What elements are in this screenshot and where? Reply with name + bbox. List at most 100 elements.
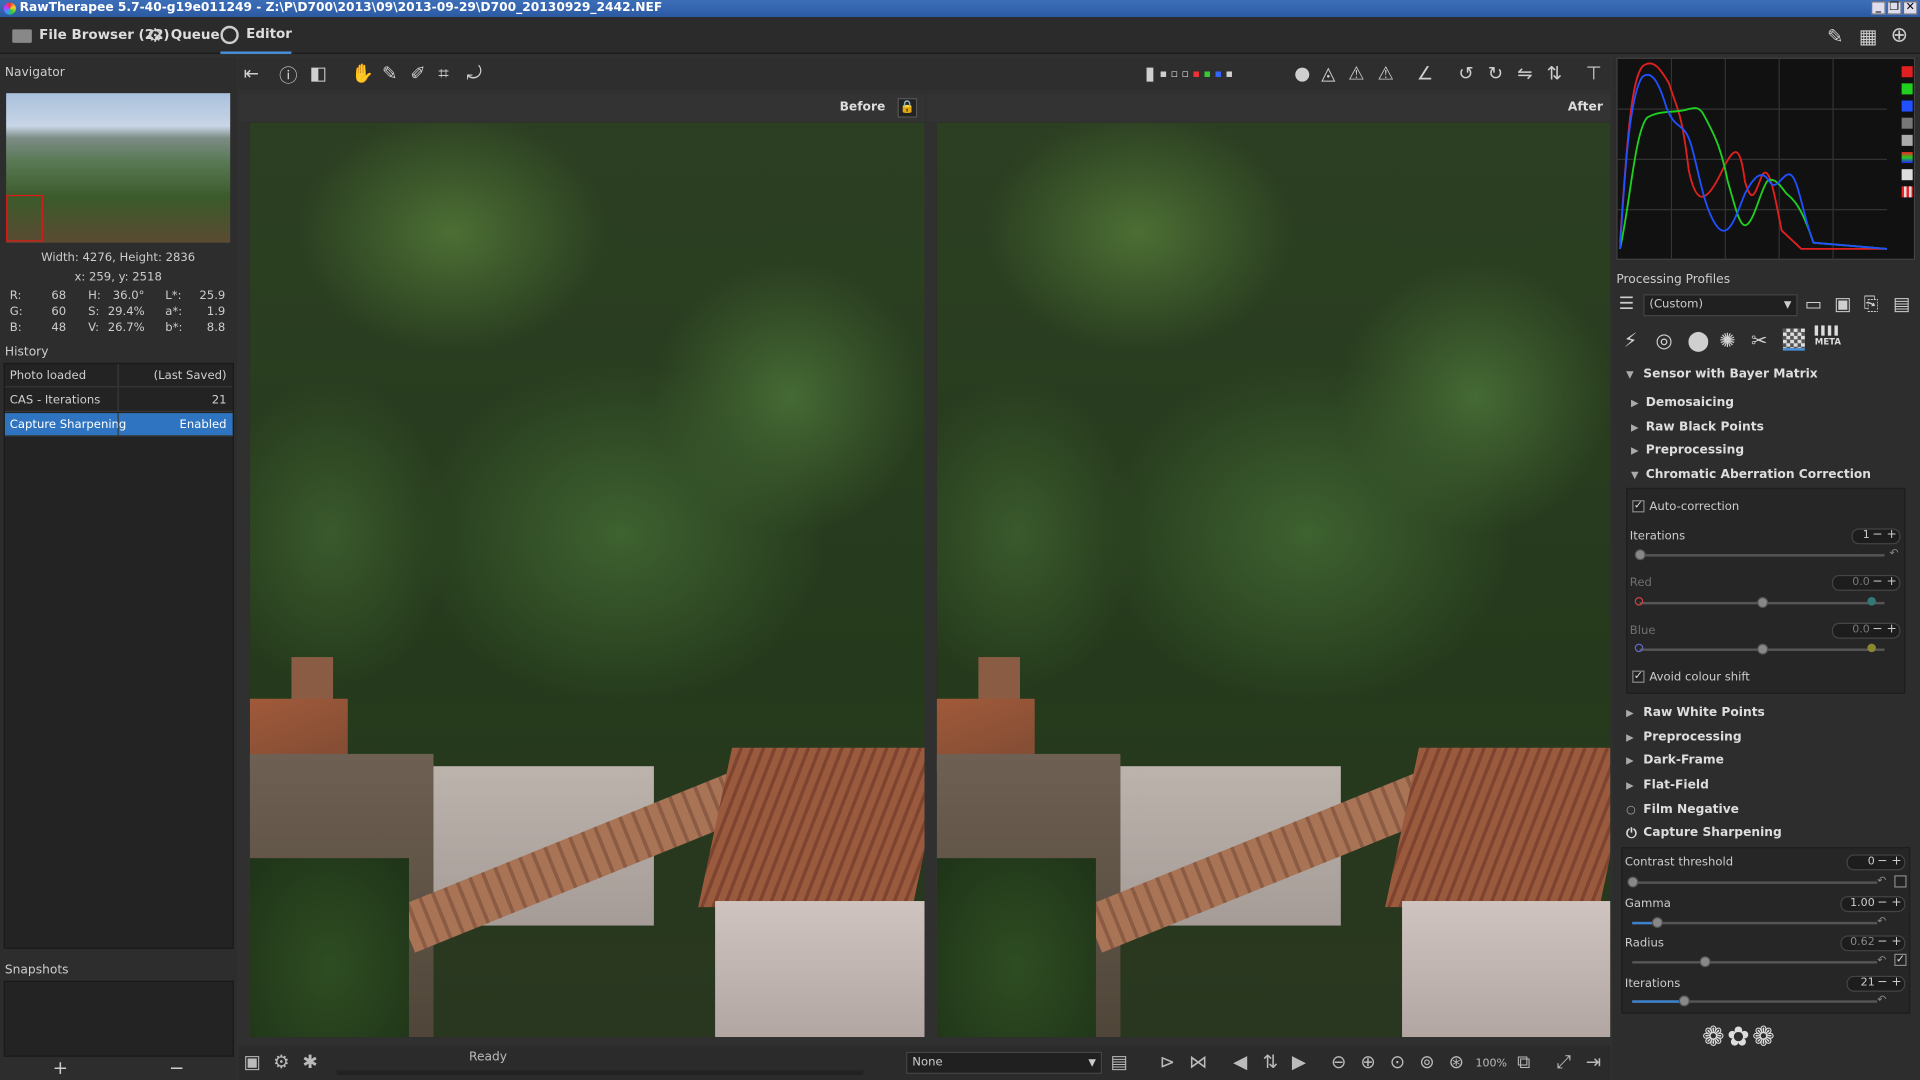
- slider-knob[interactable]: [1757, 597, 1769, 609]
- slider-knob[interactable]: [1651, 916, 1663, 929]
- straighten-icon[interactable]: ⤾: [467, 63, 482, 85]
- color-picker-icon[interactable]: ✐: [410, 63, 425, 85]
- before-after-icon[interactable]: ◧: [310, 63, 327, 85]
- cs-iterations-spinner[interactable]: 21− +: [1846, 975, 1906, 992]
- cs-iterations-slider[interactable]: [1632, 995, 1878, 1007]
- arrow-left-icon[interactable]: ◀: [1233, 1051, 1247, 1073]
- raw-tab-icon[interactable]: [1782, 328, 1805, 351]
- queue-icon[interactable]: ⚙: [273, 1051, 289, 1073]
- flip-vertical-icon[interactable]: ⇅: [1547, 63, 1562, 85]
- exposure-tab-icon[interactable]: ⚡: [1624, 329, 1638, 352]
- save-icon[interactable]: ▣: [244, 1051, 261, 1073]
- tab-editor[interactable]: Editor: [220, 17, 292, 54]
- reset-icon[interactable]: ↶: [1877, 875, 1886, 887]
- blue-channel-toggle[interactable]: [1901, 100, 1913, 112]
- profile-list-icon[interactable]: ☰: [1619, 294, 1634, 314]
- details-tab-icon[interactable]: ◎: [1656, 329, 1673, 352]
- filmstrip-icon[interactable]: ▤: [1111, 1051, 1128, 1073]
- radius-slider[interactable]: [1632, 956, 1878, 968]
- up-down-icon[interactable]: ⇅: [1262, 1051, 1277, 1073]
- history-row-selected[interactable]: Capture Sharpening Enabled: [4, 413, 233, 437]
- advanced-tab-icon[interactable]: ✺: [1719, 329, 1735, 352]
- before-image[interactable]: [249, 122, 925, 1038]
- reset-icon[interactable]: ↶: [1889, 548, 1898, 560]
- tab-queue[interactable]: ⚙ Queue: [147, 17, 220, 54]
- radius-spinner[interactable]: 0.62− +: [1840, 935, 1906, 952]
- reset-icon[interactable]: ↶: [1877, 955, 1886, 967]
- pin-icon[interactable]: ✎: [1827, 25, 1843, 48]
- section-ca-correction[interactable]: ▼ Chromatic Aberration Correction: [1626, 465, 1905, 487]
- rotate-cw-icon[interactable]: ↻: [1488, 63, 1503, 85]
- external-editor-icon[interactable]: ✱: [302, 1051, 317, 1073]
- slider-knob[interactable]: [1699, 956, 1711, 968]
- auto-radius-checkbox[interactable]: ✓: [1894, 953, 1907, 967]
- history-row[interactable]: CAS - Iterations 21: [4, 388, 233, 412]
- sync-icon[interactable]: ⋈: [1189, 1051, 1207, 1073]
- section-preprocessing[interactable]: ▶ Preprocessing: [1626, 440, 1905, 462]
- red-spinner[interactable]: 0.0− +: [1831, 574, 1901, 591]
- shadow-clip-icon[interactable]: ◬: [1321, 63, 1335, 85]
- new-window-icon[interactable]: ⧉: [1517, 1051, 1530, 1073]
- section-film-negative[interactable]: ○ Film Negative: [1621, 799, 1910, 821]
- rotate-ccw-icon[interactable]: ↺: [1458, 63, 1473, 85]
- preview-combo[interactable]: None ▼: [906, 1051, 1103, 1074]
- info-icon[interactable]: ⓘ: [279, 63, 297, 89]
- fullscreen-preview-icon[interactable]: ⤢: [1556, 1051, 1571, 1073]
- save-profile-icon[interactable]: ▣: [1834, 293, 1851, 315]
- arrow-right-icon[interactable]: ▶: [1292, 1051, 1306, 1073]
- red-slider[interactable]: [1639, 597, 1885, 609]
- metadata-tab-icon[interactable]: ▌▌▌▌ META: [1815, 326, 1841, 348]
- slider-knob[interactable]: [1634, 549, 1646, 561]
- contrast-threshold-slider[interactable]: [1627, 876, 1878, 888]
- iterations-slider[interactable]: [1634, 549, 1885, 561]
- hide-left-panel-icon[interactable]: ⇤: [244, 63, 259, 85]
- prev-image-icon[interactable]: ⊳: [1160, 1051, 1175, 1073]
- gamma-spinner[interactable]: 1.00− +: [1840, 896, 1906, 913]
- chroma-toggle[interactable]: [1901, 134, 1913, 146]
- color-channel-icon[interactable]: ▮: [1145, 63, 1155, 85]
- power-icon[interactable]: ⏻: [1626, 823, 1637, 845]
- reset-icon[interactable]: ↶: [1877, 916, 1886, 928]
- iterations-spinner[interactable]: 1− +: [1851, 528, 1901, 545]
- hide-right-panel-icon[interactable]: ⇥: [1586, 1051, 1601, 1073]
- remove-snapshot-button[interactable]: −: [169, 1057, 184, 1079]
- blue-spinner[interactable]: 0.0− +: [1831, 622, 1901, 639]
- slider-knob[interactable]: [1678, 995, 1690, 1007]
- slider-knob[interactable]: [1757, 643, 1769, 655]
- warning-icon[interactable]: ⚠: [1348, 63, 1364, 85]
- auto-contrast-checkbox[interactable]: [1894, 875, 1907, 888]
- zoom-in-icon[interactable]: ⊕: [1360, 1051, 1375, 1073]
- blue-slider[interactable]: [1639, 643, 1885, 655]
- zoom-out-icon[interactable]: ⊖: [1331, 1051, 1346, 1073]
- minimize-button[interactable]: _: [1871, 1, 1886, 15]
- after-image[interactable]: [936, 122, 1611, 1038]
- highlight-warning-icon[interactable]: ⚠: [1378, 63, 1394, 85]
- section-capture-sharpening[interactable]: ⏻ Capture Sharpening: [1621, 823, 1910, 845]
- gamma-slider[interactable]: [1632, 916, 1878, 929]
- luminance-toggle[interactable]: [1901, 117, 1913, 129]
- avoid-colour-shift-checkbox[interactable]: ✓: [1632, 670, 1645, 683]
- section-flat-field[interactable]: ▶ Flat-Field: [1621, 775, 1910, 797]
- section-raw-white-points[interactable]: ▶ Raw White Points: [1621, 702, 1910, 724]
- crop-icon[interactable]: ⌗: [438, 63, 448, 85]
- preview-channel-icons[interactable]: ▪ ▫ ▫ ▪ ▪ ▪ ▪: [1160, 69, 1233, 81]
- paste-profile-icon[interactable]: ▤: [1893, 293, 1910, 315]
- preferences-icon[interactable]: ▦: [1859, 25, 1878, 48]
- bar-toggle[interactable]: [1901, 169, 1913, 181]
- flip-horizontal-icon[interactable]: ⇋: [1517, 63, 1532, 85]
- profile-combo[interactable]: (Custom) ▼: [1643, 294, 1798, 317]
- raw-histogram-toggle[interactable]: [1901, 152, 1913, 164]
- zoom-100-icon[interactable]: ⊛: [1449, 1051, 1464, 1073]
- focus-mask-icon[interactable]: ●: [1294, 63, 1310, 85]
- navigator-viewport-box[interactable]: [6, 194, 43, 242]
- red-channel-toggle[interactable]: [1901, 66, 1913, 78]
- fullscreen-icon[interactable]: ⊕: [1891, 23, 1908, 48]
- transform-tab-icon[interactable]: ✂: [1751, 329, 1767, 352]
- green-channel-toggle[interactable]: [1901, 83, 1913, 95]
- section-demosaicing[interactable]: ▶ Demosaicing: [1626, 392, 1905, 414]
- zoom-fit-crop-icon[interactable]: ⊚: [1419, 1051, 1434, 1073]
- section-raw-black-points[interactable]: ▶ Raw Black Points: [1626, 417, 1905, 439]
- mode-toggle[interactable]: [1901, 186, 1913, 198]
- open-profile-icon[interactable]: ▭: [1805, 293, 1822, 315]
- section-preprocessing-2[interactable]: ▶ Preprocessing: [1621, 727, 1910, 749]
